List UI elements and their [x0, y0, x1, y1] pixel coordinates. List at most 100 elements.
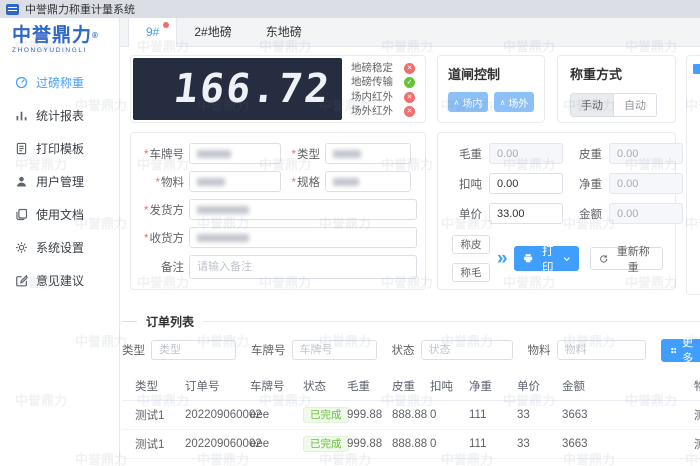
- status-infrared-inside: 场内红外: [351, 91, 415, 104]
- col-amount: 金额: [557, 374, 689, 401]
- table-header-row: 类型 订单号 车牌号 状态 毛重 皮重 扣吨 净重 单价 金额 物料: [122, 374, 700, 401]
- remark-input[interactable]: [189, 255, 417, 279]
- tab-content: 166.72 地磅稳定 地磅传输 场内红外: [120, 47, 700, 466]
- scale-status-list: 地磅稳定 地磅传输 场内红外 场外红外: [342, 58, 423, 120]
- net-input[interactable]: [609, 173, 683, 194]
- required-mark: *: [144, 149, 148, 161]
- chevron-down-icon: [563, 255, 571, 263]
- sidebar-item-label: 意见建议: [36, 272, 84, 289]
- amount-input[interactable]: [609, 203, 683, 224]
- table-row[interactable]: 测试1 202209060002 eee 已完成 999.88 888.88 0…: [122, 401, 700, 430]
- sidebar-item-reports[interactable]: 统计报表: [0, 99, 119, 132]
- printer-icon: [523, 253, 533, 264]
- unread-badge: [163, 22, 169, 28]
- gross-label: 毛重: [452, 146, 482, 162]
- col-deduct: 扣吨: [425, 374, 464, 401]
- receiver-label: 收货方: [150, 233, 185, 245]
- document-icon: [15, 142, 28, 155]
- sidebar-item-settings[interactable]: 系统设置: [0, 231, 119, 264]
- col-net: 净重: [464, 374, 512, 401]
- mode-auto-option[interactable]: 自动: [613, 94, 656, 116]
- weigh-gross-button[interactable]: 称毛: [452, 263, 490, 282]
- filter-material-input[interactable]: [557, 340, 646, 360]
- window-title: 中誉鼎力称重计量系统: [25, 1, 135, 17]
- weigh-tare-button[interactable]: 称皮: [452, 235, 490, 254]
- sidebar-item-users[interactable]: 用户管理: [0, 165, 119, 198]
- tare-input[interactable]: [609, 143, 683, 164]
- grid-more-icon: [671, 346, 677, 355]
- material-label: 物料: [161, 177, 184, 189]
- price-label: 单价: [452, 206, 482, 222]
- gate-outside-button[interactable]: ∧ 场外: [494, 92, 534, 112]
- col-material: 物料: [689, 374, 700, 401]
- status-infrared-outside: 场外红外: [351, 105, 415, 118]
- sidebar-item-print-templates[interactable]: 打印模板: [0, 132, 119, 165]
- main-area: 9# 2#地磅 东地磅 166.72 地磅稳定: [120, 18, 700, 466]
- filter-plate-input[interactable]: [292, 340, 377, 360]
- deduct-input[interactable]: [489, 173, 563, 194]
- double-chevron-icon: »: [497, 249, 508, 268]
- clipped-right-panel: [686, 55, 700, 295]
- tare-label: 皮重: [570, 146, 602, 162]
- status-error-icon: [404, 63, 415, 74]
- sidebar-item-feedback[interactable]: 意见建议: [0, 264, 119, 297]
- filter-status-label: 状态: [392, 342, 415, 358]
- plate-label: 车牌号: [150, 149, 185, 161]
- spec-label: 规格: [297, 177, 320, 189]
- sidebar-item-weighing[interactable]: 过磅称重: [0, 66, 119, 99]
- registered-mark: ®: [92, 31, 99, 40]
- orders-section: 订单列表 类型 车牌号 状态 物料: [122, 313, 700, 459]
- gear-icon: [15, 241, 28, 254]
- tab-scale-2[interactable]: 2#地磅: [177, 18, 248, 47]
- filter-type-select[interactable]: [151, 340, 236, 360]
- redacted-value: [197, 206, 249, 214]
- scale-tabs: 9# 2#地磅 东地磅: [120, 18, 700, 47]
- weigh-mode-title: 称重方式: [570, 64, 663, 83]
- material-input[interactable]: [189, 171, 281, 192]
- refresh-icon: [599, 254, 608, 264]
- titlebar: 中誉鼎力称重计量系统: [0, 0, 700, 18]
- sender-input[interactable]: [189, 199, 417, 220]
- col-plate: 车牌号: [245, 374, 298, 401]
- weigh-mode-toggle: 手动 自动: [570, 93, 657, 117]
- sidebar-item-docs[interactable]: 使用文档: [0, 198, 119, 231]
- vehicle-form-card: *车牌号 *类型 *物料 *规格 *发货方: [130, 132, 426, 290]
- gate-control-title: 道闸控制: [448, 64, 534, 83]
- deduct-label: 扣吨: [452, 176, 482, 192]
- col-gross: 毛重: [342, 374, 387, 401]
- type-input[interactable]: [325, 143, 411, 164]
- bar-chart-icon: [15, 109, 28, 122]
- filter-actions: 更多 搜索: [661, 339, 700, 362]
- edit-square-icon: [15, 274, 28, 287]
- orders-title: 订单列表: [146, 313, 194, 330]
- col-status: 状态: [298, 374, 342, 401]
- gross-input[interactable]: [489, 143, 563, 164]
- print-button[interactable]: 打印: [514, 246, 579, 271]
- reweigh-button[interactable]: 重新称重: [590, 247, 663, 270]
- redacted-value: [333, 150, 361, 158]
- mode-manual-option[interactable]: 手动: [571, 94, 613, 116]
- scale-gauge-icon: [15, 76, 28, 89]
- type-label: 类型: [297, 149, 320, 161]
- section-divider: 订单列表: [122, 313, 700, 330]
- led-display: 166.72: [133, 58, 342, 120]
- filter-status-select[interactable]: [421, 340, 513, 360]
- spec-input[interactable]: [325, 171, 411, 192]
- tab-scale-east[interactable]: 东地磅: [249, 18, 319, 47]
- status-error-icon: [404, 106, 415, 117]
- user-icon: [15, 175, 28, 188]
- table-row[interactable]: 测试1 202209060002 eee 已完成 999.88 888.88 0…: [122, 430, 700, 459]
- price-input[interactable]: [489, 203, 563, 224]
- more-filters-button[interactable]: 更多: [661, 339, 700, 362]
- sidebar-menu: 过磅称重 统计报表 打印模板 用户管理 使用文档: [0, 66, 119, 297]
- plate-input[interactable]: [189, 143, 281, 164]
- remark-label: 备注: [139, 259, 189, 275]
- sidebar-item-label: 使用文档: [36, 206, 84, 223]
- gate-inside-button[interactable]: ∧ 场内: [448, 92, 488, 112]
- col-price: 单价: [512, 374, 557, 401]
- status-ok-icon: [404, 77, 415, 88]
- filter-type-label: 类型: [122, 342, 145, 358]
- receiver-input[interactable]: [189, 227, 417, 248]
- col-tare: 皮重: [387, 374, 425, 401]
- tab-scale-9[interactable]: 9#: [128, 18, 177, 47]
